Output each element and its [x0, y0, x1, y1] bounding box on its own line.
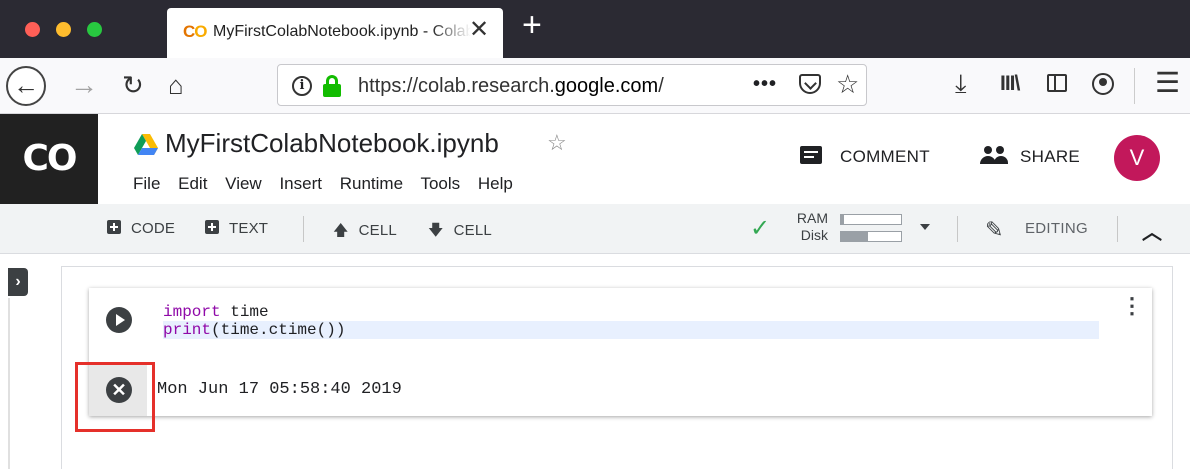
menu-file[interactable]: File [133, 174, 160, 193]
disk-meter[interactable] [840, 231, 902, 242]
ram-meter[interactable] [840, 214, 902, 225]
sidebar-toggle-icon[interactable]: › [8, 268, 28, 296]
notebook-toolbar: CODE TEXT 🡅 CELL 🡇 CELL ✓ RAM Disk ✎ EDITI… [0, 204, 1190, 254]
browser-tab-active[interactable]: CO MyFirstColabNotebook.ipynb - Colabora… [167, 8, 503, 58]
toolbar-divider [1134, 68, 1135, 104]
window-minimize-dot[interactable] [56, 22, 71, 37]
editing-mode-label[interactable]: EDITING [1025, 220, 1088, 237]
code-editor[interactable]: import time print(time.ctime()) [163, 303, 1099, 339]
comment-icon [800, 146, 822, 164]
page-actions-icon[interactable]: ••• [753, 73, 777, 96]
menu-edit[interactable]: Edit [178, 174, 207, 193]
address-bar[interactable]: i https://colab.research.google.com/ •••… [277, 64, 867, 106]
code-cell[interactable]: import time print(time.ctime()) ⋮ ✕ Mon … [89, 288, 1152, 416]
reload-button[interactable]: ↻ [122, 72, 144, 98]
back-button[interactable]: ← [6, 66, 46, 106]
tab-title: MyFirstColabNotebook.ipynb - Colaborator… [213, 23, 471, 41]
move-cell-down-button[interactable]: 🡇 CELL [428, 220, 492, 245]
resources-labels[interactable]: RAM Disk [784, 210, 828, 244]
home-button[interactable]: ⌂ [168, 72, 184, 98]
runtime-dropdown-icon[interactable] [920, 224, 930, 230]
comment-label: COMMENT [840, 147, 930, 166]
lock-icon[interactable] [323, 75, 341, 97]
annotation-highlight-box [75, 362, 155, 432]
add-box-icon [107, 220, 121, 234]
pocket-icon[interactable] [799, 74, 821, 94]
google-drive-icon[interactable] [134, 134, 158, 156]
toolbar-divider [303, 216, 304, 242]
arrow-down-icon: 🡇 [428, 222, 444, 239]
disk-label: Disk [800, 227, 828, 243]
code-line[interactable]: print(time.ctime()) [163, 321, 1099, 339]
hamburger-menu-icon[interactable]: ☰ [1155, 69, 1180, 97]
bookmark-star-icon[interactable]: ☆ [836, 69, 859, 100]
window-close-dot[interactable] [25, 22, 40, 37]
collapse-header-icon[interactable]: ︿ [1142, 216, 1162, 245]
avatar[interactable]: V [1114, 135, 1160, 181]
connected-check-icon: ✓ [750, 215, 771, 242]
star-icon[interactable]: ☆ [547, 130, 567, 156]
share-button[interactable]: SHARE [980, 146, 1080, 167]
add-box-icon [205, 220, 219, 234]
toolbar-divider [957, 216, 958, 242]
share-label: SHARE [1020, 147, 1081, 166]
menu-bar: File Edit View Insert Runtime Tools Help [133, 174, 526, 194]
menu-runtime[interactable]: Runtime [340, 174, 403, 193]
output-text: Mon Jun 17 05:58:40 2019 [157, 380, 402, 399]
info-icon[interactable]: i [292, 76, 312, 96]
people-icon [980, 146, 1008, 164]
ram-meter-fill [841, 215, 844, 224]
code-line[interactable]: import time [163, 303, 1099, 321]
menu-insert[interactable]: Insert [279, 174, 322, 193]
browser-tab-bar: CO MyFirstColabNotebook.ipynb - Colabora… [0, 0, 1190, 58]
forward-button[interactable]: → [70, 71, 98, 99]
menu-view[interactable]: View [225, 174, 262, 193]
library-icon[interactable]: III\ [1000, 73, 1020, 94]
colab-header: CO MyFirstColabNotebook.ipynb ☆ File Edi… [0, 114, 1190, 204]
menu-tools[interactable]: Tools [420, 174, 460, 193]
add-code-button[interactable]: CODE [107, 220, 175, 237]
ram-label: RAM [796, 210, 828, 226]
colab-logo[interactable]: CO [0, 114, 98, 204]
toolbar-divider [1117, 216, 1118, 242]
url-text[interactable]: https://colab.research.google.com/ [358, 75, 693, 98]
colab-favicon-icon: CO [183, 22, 208, 41]
menu-help[interactable]: Help [478, 174, 513, 193]
run-cell-button[interactable] [106, 307, 132, 333]
cell-output: ✕ Mon Jun 17 05:58:40 2019 [89, 365, 1152, 416]
arrow-up-icon: 🡅 [333, 222, 349, 239]
sidebar-icon[interactable] [1047, 74, 1067, 92]
download-icon[interactable]: ⤓ [955, 70, 967, 96]
comment-button[interactable]: COMMENT [800, 146, 930, 167]
account-icon[interactable] [1092, 73, 1114, 95]
add-text-button[interactable]: TEXT [205, 220, 268, 237]
tab-close-icon[interactable]: ✕ [469, 18, 489, 42]
browser-nav-bar: ← → ↻ ⌂ i https://colab.research.google.… [0, 58, 1190, 114]
disk-meter-fill [841, 232, 868, 241]
notebook-title[interactable]: MyFirstColabNotebook.ipynb [165, 128, 499, 159]
cell-more-icon[interactable]: ⋮ [1121, 295, 1143, 317]
new-tab-button[interactable]: + [522, 8, 542, 42]
pencil-icon[interactable]: ✎ [985, 217, 1003, 243]
move-cell-up-button[interactable]: 🡅 CELL [333, 220, 397, 245]
window-zoom-dot[interactable] [87, 22, 102, 37]
sidebar-rail [8, 298, 10, 469]
